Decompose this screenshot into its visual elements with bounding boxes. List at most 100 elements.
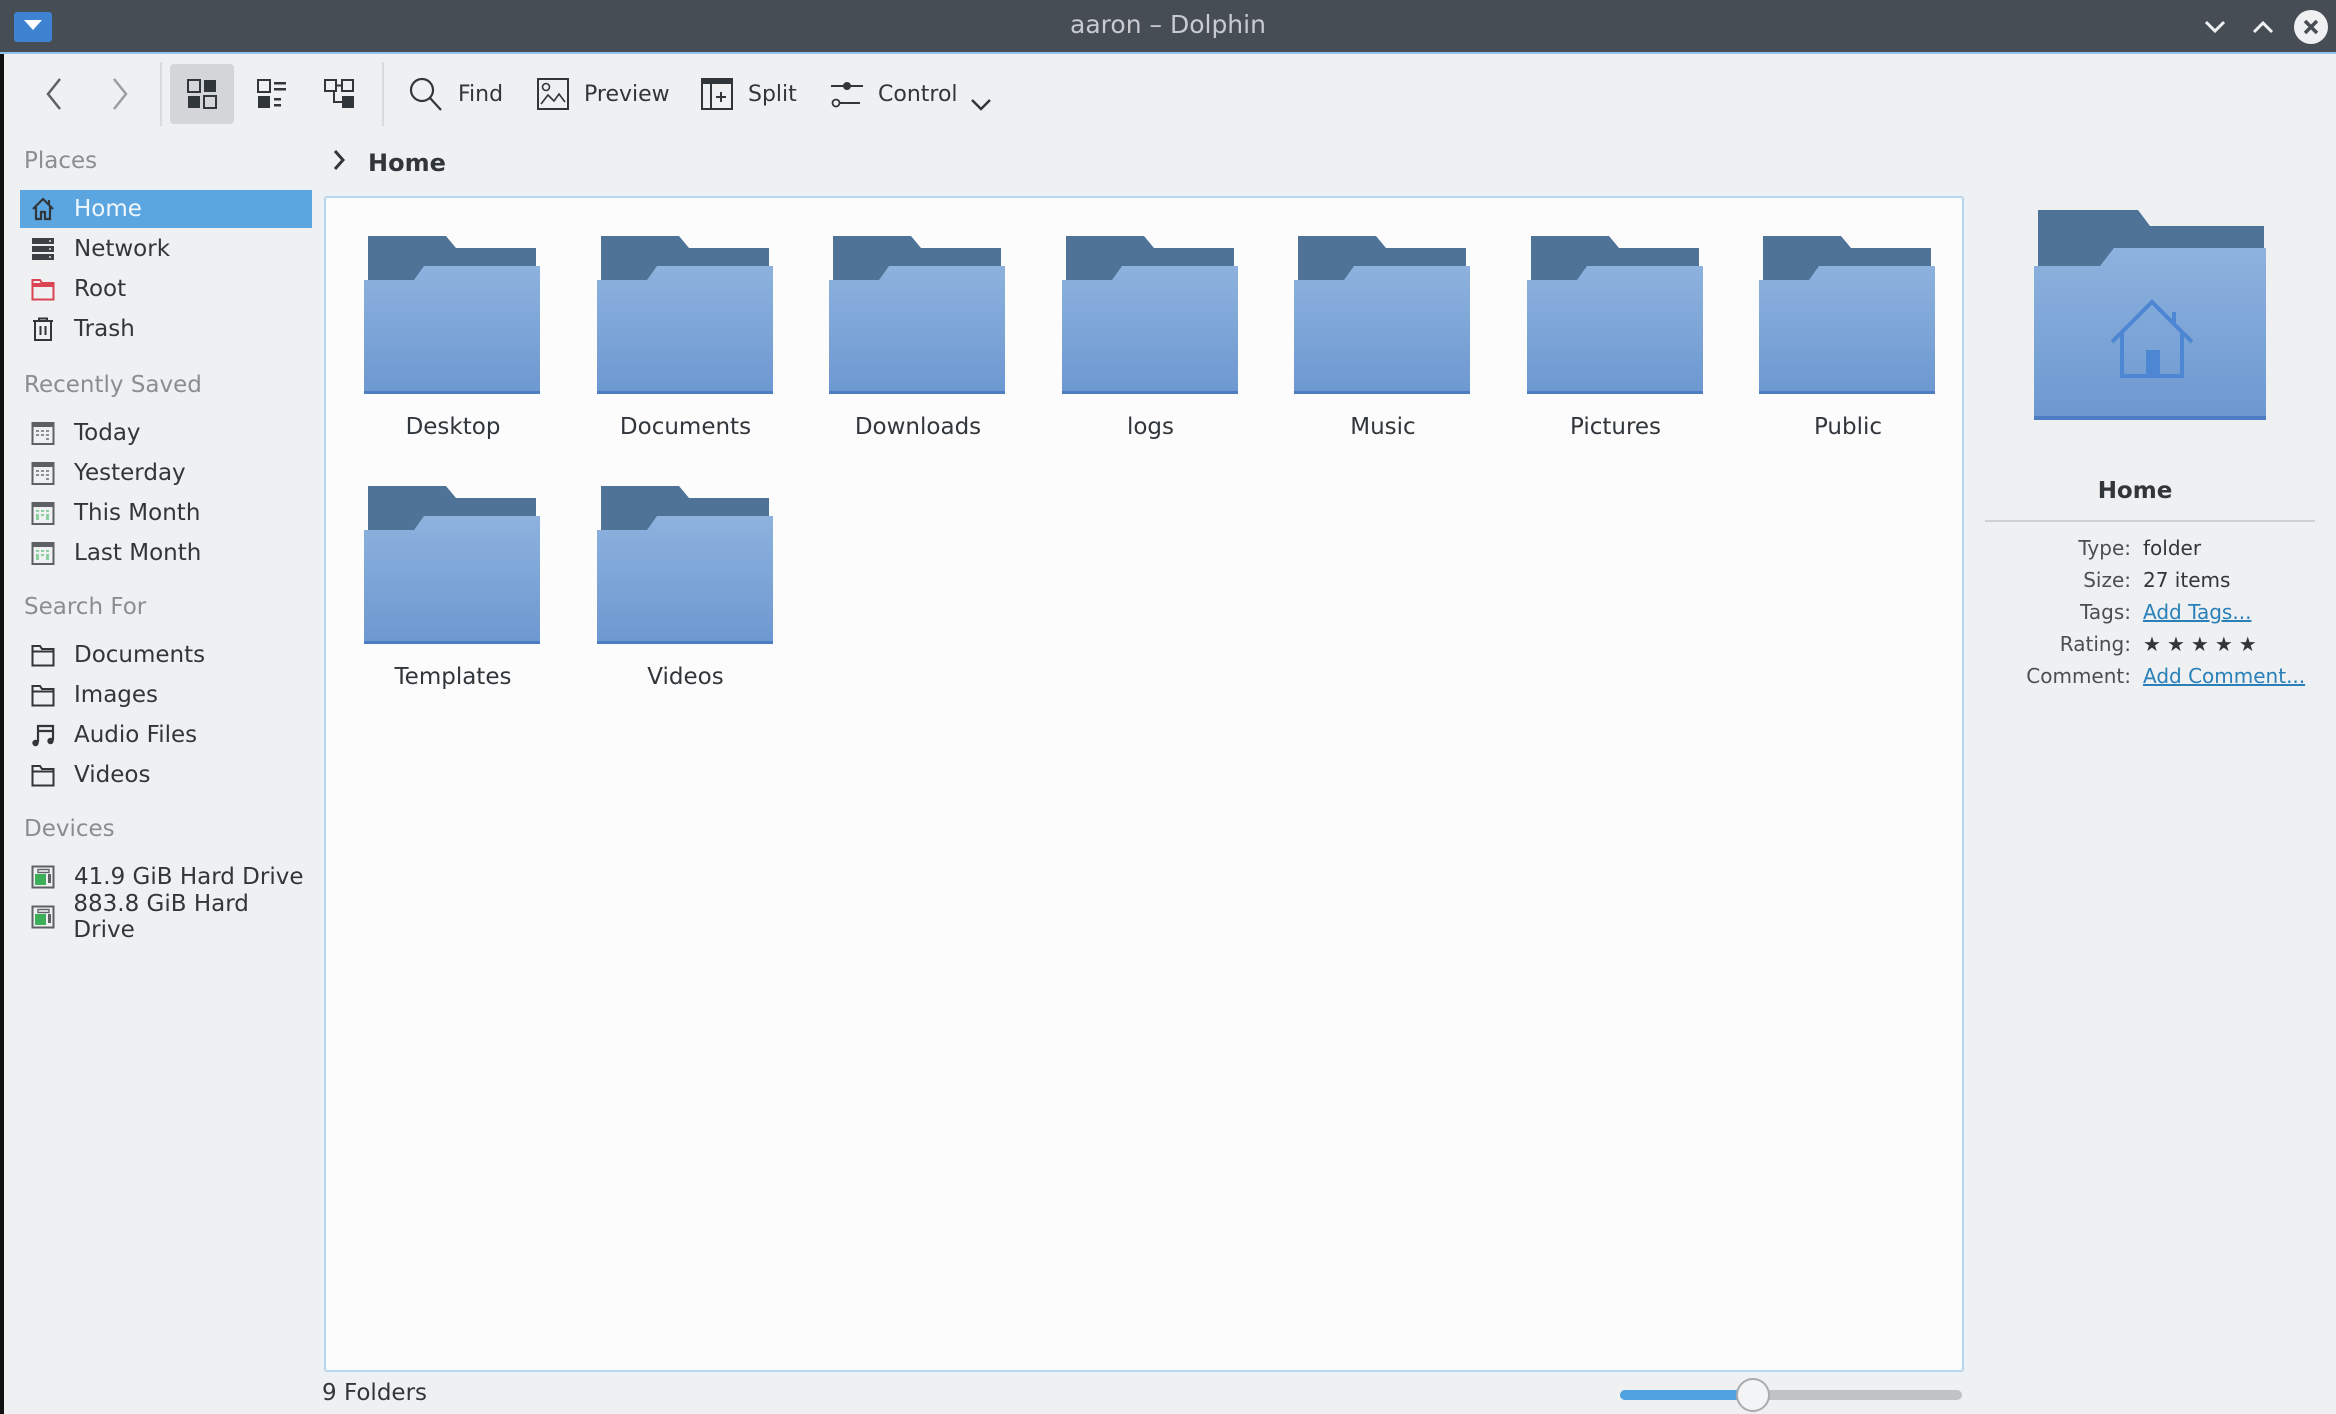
- folder-item[interactable]: Templates: [348, 448, 558, 690]
- folder-outline-icon: [30, 762, 56, 788]
- chevron-left-icon: [46, 78, 61, 110]
- breadcrumb: Home: [324, 146, 446, 180]
- toolbar-separator: [382, 62, 384, 126]
- information-panel: Home Type: folder Size: 27 items Tags: A…: [1985, 196, 2336, 1372]
- sidebar-item-this-month[interactable]: This Month: [20, 494, 312, 532]
- details-view-button[interactable]: [308, 64, 372, 124]
- toolbar: Find Preview Split Control: [4, 56, 2336, 132]
- sidebar-item-label: Images: [74, 682, 159, 708]
- folder-item[interactable]: Pictures: [1511, 198, 1721, 440]
- info-title: Home: [2097, 478, 2173, 504]
- sidebar-item-last-month[interactable]: Last Month: [20, 534, 312, 572]
- add-tags-link[interactable]: Add Tags...: [2143, 600, 2251, 630]
- sidebar-item-label: Last Month: [74, 540, 202, 566]
- search-icon: [409, 77, 442, 111]
- sidebar-item-search-videos[interactable]: Videos: [20, 756, 312, 794]
- folder-name: Downloads: [854, 414, 982, 440]
- zoom-slider[interactable]: [1620, 1378, 1962, 1412]
- split-view-icon: [701, 78, 733, 110]
- breadcrumb-item-home[interactable]: Home: [368, 149, 446, 177]
- folder-name: logs: [1126, 414, 1175, 440]
- preview-label: Preview: [584, 81, 670, 107]
- zoom-slider-fill: [1620, 1390, 1754, 1400]
- minimize-button[interactable]: [2198, 10, 2232, 44]
- sidebar-item-trash[interactable]: Trash: [20, 310, 312, 348]
- chevron-down-icon: [2204, 20, 2226, 34]
- calendar-icon: [30, 460, 56, 486]
- star-icon[interactable]: ★: [2239, 632, 2257, 656]
- folder-icon: [1294, 236, 1470, 394]
- folder-icon: [1759, 236, 1935, 394]
- folder-icon: [364, 486, 540, 644]
- sidebar-item-root[interactable]: Root: [20, 270, 312, 308]
- sidebar-item-search-images[interactable]: Images: [20, 676, 312, 714]
- sidebar-item-yesterday[interactable]: Yesterday: [20, 454, 312, 492]
- sidebar-item-label: Documents: [74, 642, 206, 668]
- sidebar-item-search-audio[interactable]: Audio Files: [20, 716, 312, 754]
- maximize-button[interactable]: [2246, 10, 2280, 44]
- sidebar-item-label: Home: [74, 196, 142, 222]
- folder-item[interactable]: Documents: [581, 198, 791, 440]
- control-label: Control: [878, 81, 958, 107]
- chevron-down-icon: [970, 99, 991, 111]
- split-button[interactable]: Split: [700, 64, 797, 124]
- compact-view-button[interactable]: [240, 64, 304, 124]
- trash-icon: [30, 316, 56, 342]
- title-bar: aaron – Dolphin: [0, 0, 2336, 54]
- folder-name: Documents: [619, 414, 752, 440]
- hard-drive-icon: [30, 904, 55, 930]
- sidebar-item-today[interactable]: Today: [20, 414, 312, 452]
- sidebar-item-label: Network: [74, 236, 171, 262]
- folder-name: Videos: [647, 664, 724, 690]
- star-icon[interactable]: ★: [2215, 632, 2233, 656]
- folder-icon: [596, 486, 773, 644]
- folder-icon: [1526, 236, 1703, 394]
- close-button[interactable]: [2294, 10, 2328, 44]
- folder-item[interactable]: Desktop: [348, 198, 558, 440]
- forward-button[interactable]: [100, 64, 140, 124]
- calendar-icon: [30, 420, 56, 446]
- sidebar-item-network[interactable]: Network: [20, 230, 312, 268]
- hard-drive-icon: [30, 864, 56, 890]
- sidebar-item-label: Videos: [74, 762, 151, 788]
- music-note-icon: [30, 722, 56, 748]
- sidebar-item-label: Root: [74, 276, 127, 302]
- status-text: 9 Folders: [322, 1380, 428, 1406]
- add-comment-link[interactable]: Add Comment...: [2143, 664, 2305, 694]
- breadcrumb-chevron-icon[interactable]: [332, 149, 346, 177]
- sidebar-item-home[interactable]: Home: [20, 190, 312, 228]
- chevron-right-icon: [113, 78, 128, 110]
- sidebar-item-label: Audio Files: [74, 722, 198, 748]
- folder-item[interactable]: logs: [1046, 198, 1256, 440]
- sidebar-item-drive-883[interactable]: 883.8 GiB Hard Drive: [20, 891, 312, 943]
- folder-outline-icon: [30, 642, 56, 668]
- icons-view-button[interactable]: [170, 64, 234, 124]
- zoom-slider-handle[interactable]: [1736, 1378, 1771, 1412]
- folder-item[interactable]: Music: [1278, 198, 1488, 440]
- root-folder-icon: [30, 276, 56, 302]
- info-key: Comment:: [2026, 664, 2131, 688]
- compact-view-icon: [257, 79, 286, 108]
- calendar-green-icon: [30, 500, 56, 526]
- star-icon[interactable]: ★: [2191, 632, 2209, 656]
- info-row-tags: Tags: Add Tags...: [1985, 600, 2335, 630]
- rating-stars[interactable]: ★ ★ ★ ★ ★: [2143, 632, 2263, 662]
- preview-button[interactable]: Preview: [536, 64, 670, 124]
- folder-item[interactable]: Videos: [581, 448, 791, 690]
- back-button[interactable]: [34, 64, 74, 124]
- file-view[interactable]: Desktop Documents Downloads logs Music P…: [324, 196, 1964, 1372]
- sidebar-item-search-documents[interactable]: Documents: [20, 636, 312, 674]
- find-button[interactable]: Find: [408, 64, 503, 124]
- star-icon[interactable]: ★: [2167, 632, 2185, 656]
- info-row-comment: Comment: Add Comment...: [1985, 664, 2335, 694]
- folder-outline-icon: [30, 682, 56, 708]
- info-key: Tags:: [2079, 600, 2131, 624]
- sidebar-item-label: Yesterday: [74, 460, 186, 486]
- star-icon[interactable]: ★: [2143, 632, 2161, 656]
- folder-item[interactable]: Public: [1743, 198, 1953, 440]
- image-preview-icon: [537, 78, 569, 110]
- close-icon: [2303, 19, 2319, 35]
- details-view-icon: [324, 79, 354, 108]
- folder-item[interactable]: Downloads: [813, 198, 1023, 440]
- control-menu-button[interactable]: Control: [830, 64, 992, 124]
